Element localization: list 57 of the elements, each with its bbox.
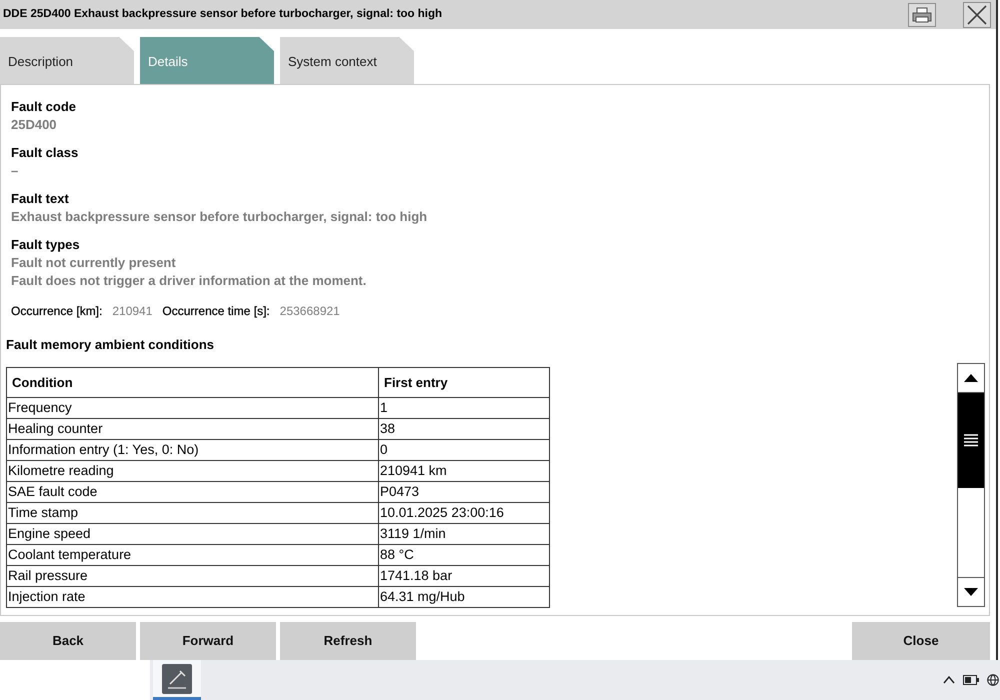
table-cell: 1741.18 bar (378, 566, 550, 586)
table-cell: 1 (378, 398, 550, 418)
field-label: Fault code (11, 98, 76, 116)
table-cell: 10.01.2025 23:00:16 (378, 502, 550, 524)
printer-icon (912, 6, 932, 22)
table-cell: 88 °C (378, 544, 550, 566)
table-cell: P0473 (378, 482, 550, 502)
occurrence-value: 253668921 (280, 303, 340, 320)
field-label: Fault text (11, 190, 69, 208)
table-cell: Information entry (1: Yes, 0: No) (6, 440, 378, 460)
close-icon (967, 4, 987, 24)
globe-icon[interactable] (987, 674, 999, 686)
grip-icon (964, 434, 978, 447)
table-cell: Rail pressure (6, 566, 378, 586)
field-value: – (11, 162, 18, 180)
column-header: Condition (6, 368, 378, 398)
close-button[interactable] (963, 2, 991, 28)
table-cell: 3119 1/min (378, 524, 550, 544)
scroll-thumb[interactable] (958, 393, 984, 488)
down-triangle-icon (964, 588, 978, 596)
taskbar-app-button[interactable] (153, 660, 201, 700)
column-header: First entry (378, 368, 550, 398)
battery-icon[interactable] (963, 675, 979, 685)
occurrence-value: 210941 (112, 303, 152, 320)
field-value: Fault not currently present (11, 254, 176, 272)
table-cell: Kilometre reading (6, 460, 378, 482)
occurrence-label: Occurrence [km]: (11, 303, 102, 320)
table-cell: 0 (378, 440, 550, 460)
field-label: Fault types (11, 236, 80, 254)
table-cell: SAE fault code (6, 482, 378, 502)
print-button[interactable] (908, 2, 936, 26)
field-value: Fault does not trigger a driver information at the moment. (11, 272, 366, 290)
field-value: 25D400 (11, 116, 57, 134)
table-cell: Engine speed (6, 524, 378, 544)
table-cell: 64.31 mg/Hub (378, 586, 550, 608)
field-value: Exhaust backpressure sensor before turbocharger, signal: too high (11, 208, 428, 226)
section-title: Fault memory ambient conditions (6, 336, 214, 354)
tab[interactable]: System context (280, 37, 414, 84)
footer-button[interactable]: Forward (140, 622, 276, 660)
window-title: DDE 25D400 Exhaust backpressure sensor before turbocharger, signal: too high (3, 6, 444, 22)
up-triangle-icon (964, 374, 978, 382)
taskbar-field[interactable] (0, 660, 150, 700)
table-cell: Injection rate (6, 586, 378, 608)
table-cell: 210941 km (378, 460, 550, 482)
field-label: Fault class (11, 144, 78, 162)
chevron-up-icon[interactable] (943, 676, 955, 684)
footer-button[interactable]: Refresh (280, 622, 416, 660)
table-cell: Frequency (6, 398, 378, 418)
app-icon (162, 664, 192, 694)
footer-button[interactable]: Back (0, 622, 136, 660)
table-cell: Coolant temperature (6, 544, 378, 566)
occurrence-label: Occurrence time [s]: (162, 303, 270, 320)
table-cell: Time stamp (6, 502, 378, 524)
table-cell: Healing counter (6, 418, 378, 440)
close-footer-button[interactable]: Close (852, 622, 990, 660)
table-cell: 38 (378, 418, 550, 440)
tab[interactable]: Description (0, 37, 134, 84)
